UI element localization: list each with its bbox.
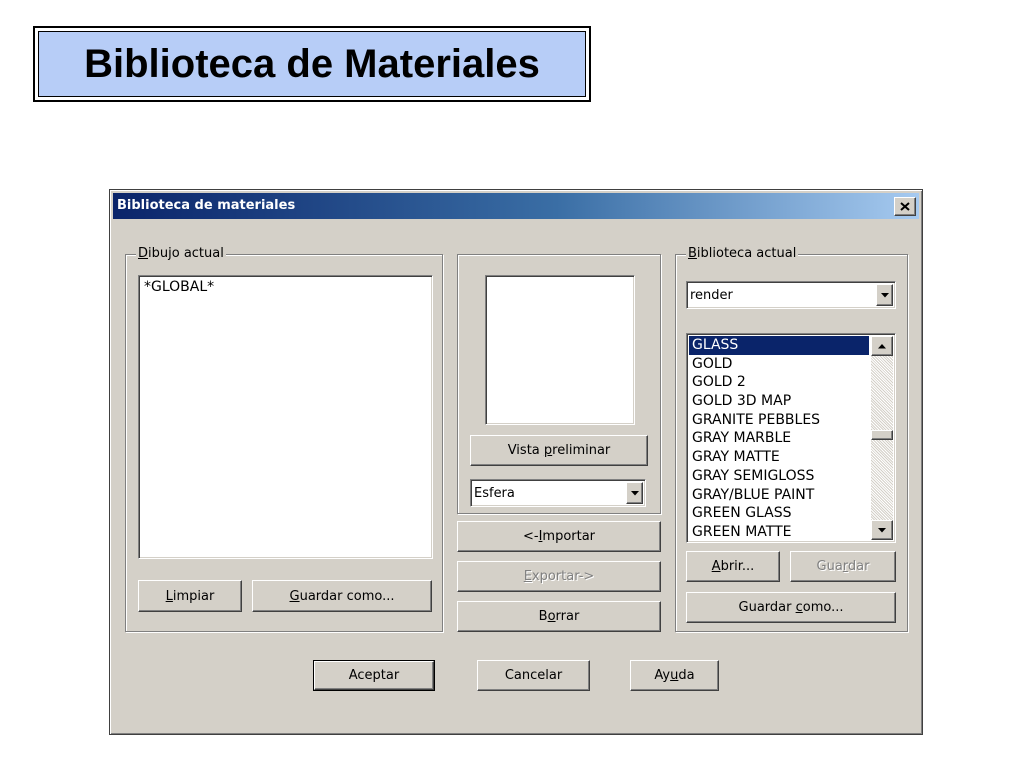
list-item[interactable]: GREEN GLASS xyxy=(689,504,869,523)
library-select-value: render xyxy=(690,287,733,303)
help-button[interactable]: Ayuda xyxy=(630,660,719,691)
open-library-button[interactable]: Abrir... xyxy=(686,551,780,582)
preview-shape-select[interactable]: Esfera xyxy=(470,479,646,507)
list-item[interactable]: GRANITE PEBBLES xyxy=(689,411,869,430)
save-library-button[interactable]: Guardar xyxy=(790,551,896,582)
library-items-container: GLASS GOLD GOLD 2 GOLD 3D MAP GRANITE PEBBLE… xyxy=(689,336,869,542)
library-list-scrollbar[interactable] xyxy=(871,336,893,540)
scroll-up-arrow-icon xyxy=(878,343,886,348)
library-dropdown-button[interactable] xyxy=(876,284,893,306)
list-item[interactable]: GRAY SEMIGLOSS xyxy=(689,467,869,486)
library-materials-list[interactable]: GLASS GOLD GOLD 2 GOLD 3D MAP GRANITE PEBBLE… xyxy=(686,333,896,543)
scroll-thumb[interactable] xyxy=(871,430,893,440)
slide-title: Biblioteca de Materiales xyxy=(84,41,540,86)
list-item[interactable]: GRAY/BLUE PAINT xyxy=(689,486,869,505)
list-item[interactable]: *GLOBAL* xyxy=(141,278,430,297)
list-item[interactable]: GLASS xyxy=(689,336,869,355)
list-item[interactable]: GOLD xyxy=(689,355,869,374)
preview-shape-dropdown-button[interactable] xyxy=(626,482,643,504)
ok-button[interactable]: Aceptar xyxy=(313,660,435,691)
preview-button[interactable]: Vista preliminar xyxy=(470,435,648,466)
dialog-titlebar[interactable]: Biblioteca de materiales xyxy=(113,193,919,219)
list-item[interactable]: GREEN MATTE xyxy=(689,523,869,542)
delete-button[interactable]: Borrar xyxy=(457,601,661,632)
preview-area xyxy=(485,275,635,425)
cancel-button[interactable]: Cancelar xyxy=(477,660,590,691)
preview-group: Vista preliminar Esfera xyxy=(457,254,661,514)
list-item[interactable]: GOLD 2 xyxy=(689,373,869,392)
scroll-down-arrow-icon xyxy=(878,527,886,532)
save-as-drawing-button[interactable]: Guardar como... xyxy=(252,580,432,612)
close-icon xyxy=(900,202,910,211)
clear-button[interactable]: Limpiar xyxy=(138,580,242,612)
library-select[interactable]: render xyxy=(686,281,896,309)
current-drawing-label: Dibujo actual xyxy=(136,246,226,262)
preview-shape-value: Esfera xyxy=(474,485,515,501)
import-button[interactable]: <-Importar xyxy=(457,521,661,552)
current-drawing-group: Dibujo actual *GLOBAL* Limpiar Guardar c… xyxy=(125,246,443,632)
material-library-dialog: Biblioteca de materiales Dibujo actual *… xyxy=(109,189,923,735)
chevron-down-icon xyxy=(630,490,639,495)
slide-title-panel: Biblioteca de Materiales xyxy=(38,31,586,97)
scroll-up-button[interactable] xyxy=(871,336,893,356)
list-item[interactable]: GRAY MATTE xyxy=(689,448,869,467)
export-button[interactable]: Exportar-> xyxy=(457,561,661,592)
current-drawing-list[interactable]: *GLOBAL* xyxy=(138,275,433,559)
current-library-label: Biblioteca actual xyxy=(686,246,799,262)
list-item[interactable]: GOLD 3D MAP xyxy=(689,392,869,411)
scroll-down-button[interactable] xyxy=(871,520,893,540)
current-library-group: Biblioteca actual render GLASS GOLD GOLD 2… xyxy=(675,246,908,632)
save-library-as-button[interactable]: Guardar como... xyxy=(686,592,896,623)
list-item[interactable]: GRAY MARBLE xyxy=(689,429,869,448)
chevron-down-icon xyxy=(880,292,889,297)
dialog-title: Biblioteca de materiales xyxy=(117,198,296,213)
slide-title-box: Biblioteca de Materiales xyxy=(33,26,591,102)
close-button[interactable] xyxy=(894,197,916,216)
